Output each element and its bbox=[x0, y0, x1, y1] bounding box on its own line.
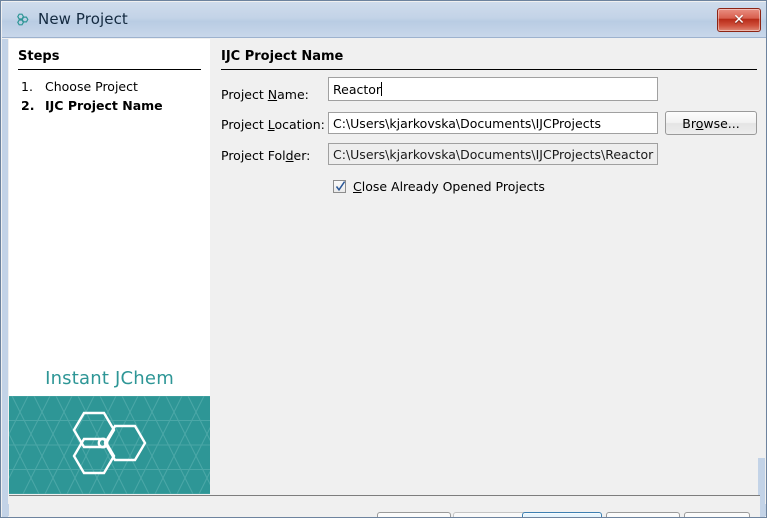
project-location-label: Project Location: bbox=[221, 117, 325, 132]
new-project-dialog: New Project ✕ Steps 1. Choose Project 2.… bbox=[0, 0, 767, 518]
project-name-input[interactable]: Reactor bbox=[328, 77, 658, 101]
project-folder-label: Project Folder: bbox=[221, 148, 311, 163]
checkbox-box bbox=[333, 180, 346, 193]
form-panel: IJC Project Name Project Name: Reactor P… bbox=[210, 39, 766, 458]
help-button[interactable]: Help bbox=[684, 512, 750, 517]
mnemonic-char: C bbox=[353, 179, 362, 194]
project-location-input[interactable]: C:\Users\kjarkovska\Documents\IJCProject… bbox=[328, 112, 658, 134]
button-bar: < Back Next > Finish Cancel Help bbox=[9, 496, 760, 517]
cancel-button[interactable]: Cancel bbox=[606, 512, 680, 517]
mnemonic-char: L bbox=[267, 117, 275, 132]
close-button[interactable]: ✕ bbox=[717, 8, 761, 32]
dialog-content: Steps 1. Choose Project 2. IJC Project N… bbox=[2, 39, 766, 517]
project-name-label: Project Name: bbox=[221, 87, 309, 102]
browse-label: Browse... bbox=[682, 115, 740, 131]
step-item-1: 1. Choose Project bbox=[21, 77, 206, 96]
step-label: Choose Project bbox=[45, 79, 138, 94]
page-title-divider bbox=[221, 69, 757, 70]
step-item-2: 2. IJC Project Name bbox=[21, 96, 206, 115]
step-label: IJC Project Name bbox=[45, 98, 163, 113]
steps-list: 1. Choose Project 2. IJC Project Name bbox=[21, 77, 206, 115]
browse-button[interactable]: Browse... bbox=[665, 111, 757, 135]
close-icon: ✕ bbox=[733, 12, 745, 28]
text-caret bbox=[381, 82, 383, 96]
steps-heading: Steps bbox=[18, 49, 60, 64]
window-title: New Project bbox=[38, 10, 128, 28]
project-folder-value: C:\Users\kjarkovska\Documents\IJCProject… bbox=[333, 146, 654, 162]
step-number: 1. bbox=[21, 79, 33, 94]
close-opened-projects-checkbox[interactable]: Close Already Opened Projects bbox=[333, 179, 545, 194]
project-location-value: C:\Users\kjarkovska\Documents\IJCProject… bbox=[333, 115, 601, 131]
product-name: Instant JChem bbox=[45, 368, 174, 389]
steps-divider bbox=[18, 69, 201, 70]
mnemonic-char: d bbox=[285, 148, 294, 163]
project-name-value: Reactor bbox=[333, 81, 382, 97]
title-bar: New Project ✕ bbox=[2, 2, 766, 38]
page-title: IJC Project Name bbox=[221, 49, 344, 64]
mnemonic-char: N bbox=[267, 87, 278, 102]
brand-logo-banner bbox=[9, 396, 210, 494]
hexagon-cluster-logo bbox=[67, 407, 153, 483]
back-button[interactable]: < Back bbox=[377, 512, 451, 517]
next-button: Next > bbox=[453, 512, 527, 517]
checkbox-label: Close Already Opened Projects bbox=[353, 179, 545, 194]
checkmark-icon bbox=[335, 181, 346, 192]
jchem-hexagon-icon bbox=[13, 11, 31, 29]
finish-button[interactable]: Finish bbox=[522, 512, 602, 517]
project-folder-input: C:\Users\kjarkovska\Documents\IJCProject… bbox=[328, 143, 658, 165]
step-number: 2. bbox=[21, 98, 35, 113]
